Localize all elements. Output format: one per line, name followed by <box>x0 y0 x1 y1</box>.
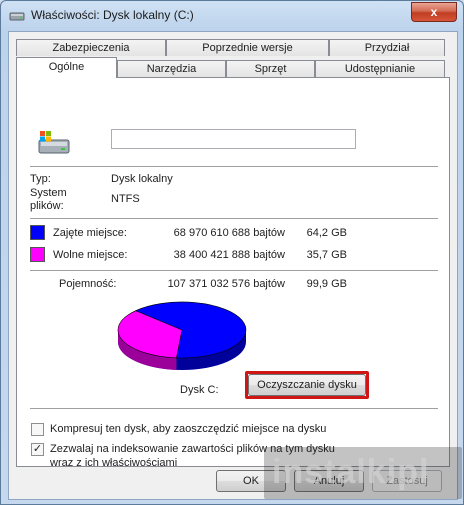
properties-window: Właściwości: Dysk lokalny (C:) x Zabezpi… <box>0 0 464 505</box>
divider <box>30 166 438 167</box>
tab-quota[interactable]: Przydział <box>329 39 445 56</box>
tab-label: Udostępnianie <box>344 63 416 75</box>
capacity-size: 99,9 GB <box>306 278 347 290</box>
tab-label: Poprzednie wersje <box>202 42 293 54</box>
tab-tools[interactable]: Narzędzia <box>117 60 226 77</box>
cancel-button[interactable]: Anuluj <box>294 470 364 492</box>
free-space-swatch <box>30 247 45 262</box>
tab-label: Przydział <box>364 42 410 54</box>
index-label-line1: Zezwalaj na indeksowanie zawartości plik… <box>50 443 335 455</box>
type-label: Typ: <box>30 173 51 185</box>
window-title: Właściwości: Dysk lokalny (C:) <box>31 8 194 22</box>
close-icon: x <box>430 5 438 19</box>
filesystem-value: NTFS <box>111 193 140 205</box>
dialog-client-area: Zabezpieczenia Poprzednie wersje Przydzi… <box>8 31 458 500</box>
hard-drive-icon <box>38 131 70 154</box>
free-space-label: Wolne miejsce: <box>53 249 128 261</box>
tab-sharing[interactable]: Udostępnianie <box>315 60 445 77</box>
apply-button[interactable]: Zastosuj <box>372 470 442 492</box>
tab-label: Ogólne <box>48 61 85 73</box>
used-space-size: 64,2 GB <box>306 227 347 239</box>
drive-icon <box>9 12 25 21</box>
index-checkbox[interactable]: ✓ <box>31 443 44 456</box>
divider <box>30 270 438 271</box>
capacity-bytes: 107 371 032 576 bajtów <box>167 278 285 290</box>
tab-previous-versions[interactable]: Poprzednie wersje <box>166 39 329 56</box>
used-space-label: Zajęte miejsce: <box>53 227 127 239</box>
tab-hardware[interactable]: Sprzęt <box>226 60 315 77</box>
free-space-size: 35,7 GB <box>306 249 347 261</box>
used-space-swatch <box>30 225 45 240</box>
drive-caption: Dysk C: <box>180 384 219 396</box>
compress-label: Kompresuj ten dysk, aby zaoszczędzić mie… <box>50 423 327 435</box>
disk-usage-pie-chart <box>117 301 247 370</box>
ok-button[interactable]: OK <box>216 470 286 492</box>
close-button[interactable]: x <box>411 2 457 22</box>
divider <box>30 408 438 409</box>
used-space-bytes: 68 970 610 688 bajtów <box>173 227 285 239</box>
tab-label: Sprzęt <box>254 63 287 75</box>
index-label-line2: wraz z ich właściwościami <box>50 457 178 469</box>
drive-name-input[interactable] <box>111 129 356 149</box>
tab-general[interactable]: Ogólne <box>16 57 117 78</box>
filesystem-label: System plików: <box>30 187 67 212</box>
divider <box>30 218 438 219</box>
general-tab-panel: Typ: Dysk lokalny System plików: NTFS Za… <box>16 77 450 469</box>
type-value: Dysk lokalny <box>111 173 173 185</box>
tab-label: Zabezpieczenia <box>52 42 130 54</box>
capacity-label: Pojemność: <box>59 278 117 290</box>
disk-cleanup-button[interactable]: Oczyszczanie dysku <box>248 374 366 396</box>
tab-security[interactable]: Zabezpieczenia <box>16 39 166 56</box>
tab-label: Narzędzia <box>146 63 197 75</box>
compress-checkbox[interactable] <box>31 423 44 436</box>
title-bar[interactable]: Właściwości: Dysk lokalny (C:) x <box>1 1 463 29</box>
free-space-bytes: 38 400 421 888 bajtów <box>173 249 285 261</box>
